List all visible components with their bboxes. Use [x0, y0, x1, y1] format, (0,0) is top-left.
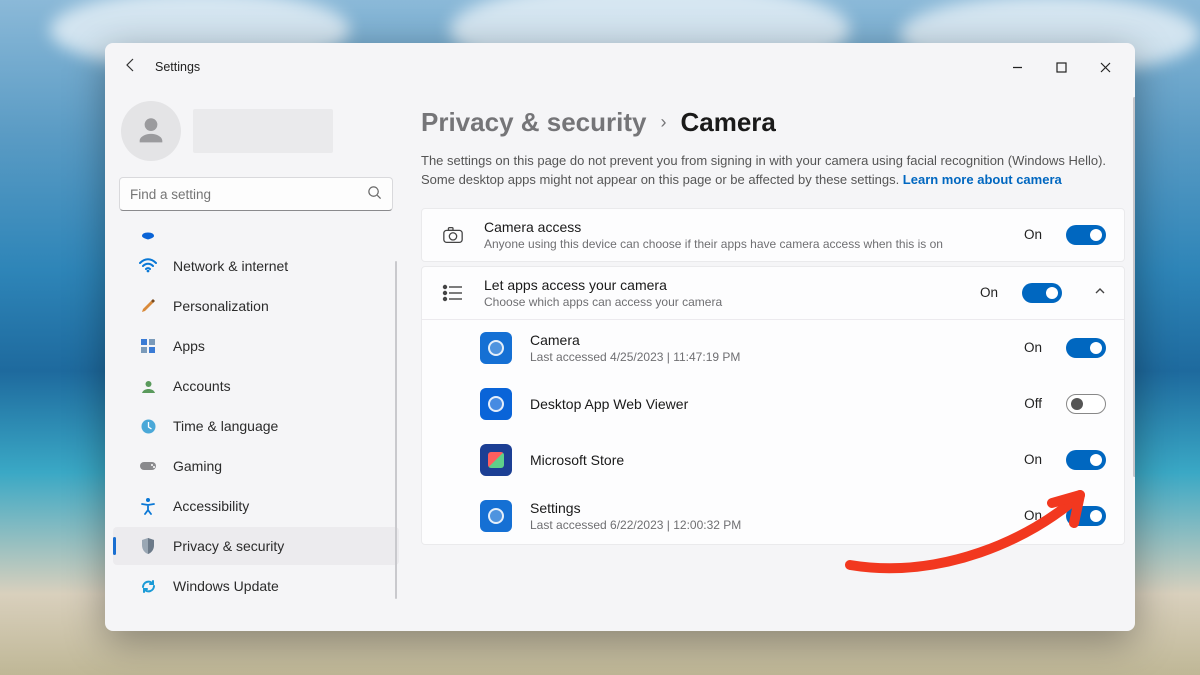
app-icon: [480, 500, 512, 532]
app-toggle[interactable]: [1066, 450, 1106, 470]
app-toggle[interactable]: [1066, 338, 1106, 358]
app-name: Settings: [530, 500, 1006, 516]
app-name: Desktop App Web Viewer: [530, 396, 1006, 412]
app-icon: [480, 444, 512, 476]
camera-access-row[interactable]: Camera access Anyone using this device c…: [422, 209, 1124, 261]
accessibility-icon: [139, 497, 157, 515]
chevron-right-icon: ›: [660, 112, 666, 133]
sidebar-item-time[interactable]: Time & language: [113, 407, 399, 445]
sidebar-item-gaming[interactable]: Gaming: [113, 447, 399, 485]
search-field[interactable]: [130, 187, 367, 202]
toggle-state: On: [1024, 508, 1042, 523]
sidebar-item-personalization[interactable]: Personalization: [113, 287, 399, 325]
main-content: Privacy & security › Camera The settings…: [407, 91, 1135, 631]
app-row-microsoft-store[interactable]: Microsoft Store On: [422, 432, 1124, 488]
accounts-icon: [139, 377, 157, 395]
clock-icon: [139, 417, 157, 435]
app-sub: Last accessed 6/22/2023 | 12:00:32 PM: [530, 518, 1006, 532]
avatar-icon: [121, 101, 181, 161]
profile-name-placeholder: [193, 109, 333, 153]
sidebar-item-accounts[interactable]: Accounts: [113, 367, 399, 405]
nav-label: Gaming: [173, 458, 222, 474]
profile-block[interactable]: [105, 97, 407, 177]
let-apps-card: Let apps access your camera Choose which…: [421, 266, 1125, 545]
breadcrumb: Privacy & security › Camera: [421, 107, 1125, 138]
nav-list: Network & internet Personalization Apps: [105, 223, 407, 607]
window-title: Settings: [155, 60, 200, 74]
titlebar: Settings: [105, 43, 1135, 91]
nav-label: Accessibility: [173, 498, 249, 514]
apps-icon: [139, 337, 157, 355]
sidebar-item-apps[interactable]: Apps: [113, 327, 399, 365]
row-subtitle: Choose which apps can access your camera: [484, 295, 962, 309]
update-icon: [139, 577, 157, 595]
row-title: Camera access: [484, 219, 1006, 235]
camera-icon: [440, 222, 466, 248]
brush-icon: [139, 297, 157, 315]
bluetooth-icon: [139, 225, 157, 243]
back-button[interactable]: [113, 57, 149, 78]
toggle-state: On: [1024, 227, 1042, 242]
nav-label: Apps: [173, 338, 205, 354]
maximize-button[interactable]: [1039, 51, 1083, 83]
camera-access-card: Camera access Anyone using this device c…: [421, 208, 1125, 262]
page-description: The settings on this page do not prevent…: [421, 152, 1111, 190]
app-name: Microsoft Store: [530, 452, 1006, 468]
app-row-camera[interactable]: Camera Last accessed 4/25/2023 | 11:47:19…: [422, 320, 1124, 376]
learn-more-link[interactable]: Learn more about camera: [903, 172, 1062, 187]
search-icon: [367, 185, 382, 203]
app-toggle[interactable]: [1066, 394, 1106, 414]
row-subtitle: Anyone using this device can choose if t…: [484, 237, 1006, 251]
app-icon: [480, 332, 512, 364]
toggle-state: On: [1024, 452, 1042, 467]
row-title: Let apps access your camera: [484, 277, 962, 293]
toggle-state: On: [1024, 340, 1042, 355]
main-scrollbar[interactable]: [1133, 97, 1135, 477]
nav-label: Privacy & security: [173, 538, 284, 554]
app-name: Camera: [530, 332, 1006, 348]
toggle-state: Off: [1024, 396, 1042, 411]
app-row-desktop-app-web-viewer[interactable]: Desktop App Web Viewer Off: [422, 376, 1124, 432]
sidebar-item-update[interactable]: Windows Update: [113, 567, 399, 605]
sidebar-item-network[interactable]: Network & internet: [113, 247, 399, 285]
list-icon: [440, 280, 466, 306]
search-input[interactable]: [119, 177, 393, 211]
nav-label: Time & language: [173, 418, 278, 434]
settings-window: Settings: [105, 43, 1135, 631]
nav-label: Network & internet: [173, 258, 288, 274]
let-apps-row[interactable]: Let apps access your camera Choose which…: [422, 267, 1124, 319]
sidebar-item-privacy[interactable]: Privacy & security: [113, 527, 399, 565]
shield-icon: [139, 537, 157, 555]
gaming-icon: [139, 457, 157, 475]
sidebar-item-accessibility[interactable]: Accessibility: [113, 487, 399, 525]
camera-access-toggle[interactable]: [1066, 225, 1106, 245]
sidebar-scrollbar[interactable]: [395, 261, 397, 599]
sidebar: Network & internet Personalization Apps: [105, 91, 407, 631]
close-button[interactable]: [1083, 51, 1127, 83]
breadcrumb-parent[interactable]: Privacy & security: [421, 107, 646, 138]
app-toggle[interactable]: [1066, 506, 1106, 526]
nav-label: Windows Update: [173, 578, 279, 594]
nav-label: Personalization: [173, 298, 269, 314]
toggle-state: On: [980, 285, 998, 300]
page-title: Camera: [680, 107, 775, 138]
chevron-up-icon[interactable]: [1094, 285, 1106, 300]
nav-label: Accounts: [173, 378, 231, 394]
sidebar-item-bluetooth[interactable]: [113, 223, 399, 245]
let-apps-toggle[interactable]: [1022, 283, 1062, 303]
app-sub: Last accessed 4/25/2023 | 11:47:19 PM: [530, 350, 1006, 364]
wifi-icon: [139, 257, 157, 275]
app-icon: [480, 388, 512, 420]
minimize-button[interactable]: [995, 51, 1039, 83]
app-row-settings[interactable]: Settings Last accessed 6/22/2023 | 12:00:…: [422, 488, 1124, 544]
